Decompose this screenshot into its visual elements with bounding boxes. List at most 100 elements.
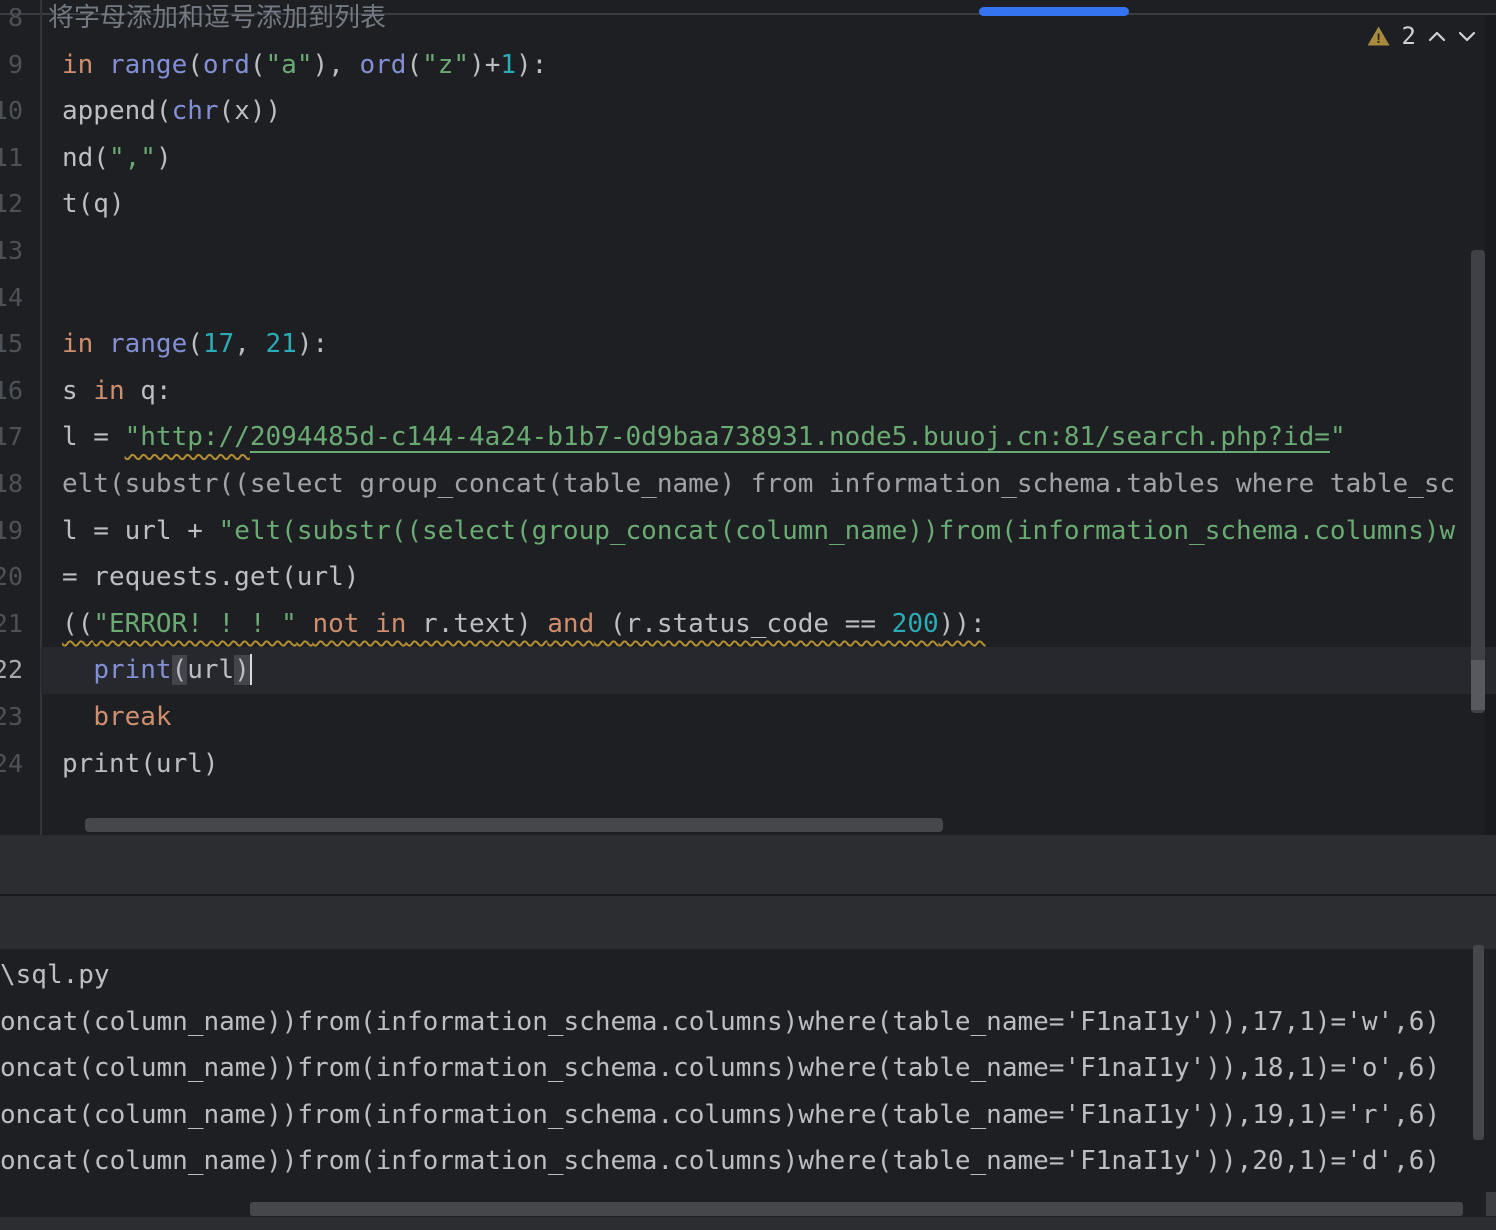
code-token: elt(substr((select group_concat(table_na… [62,469,1456,499]
editor-vertical-scrollbar-mark [1471,660,1485,710]
code-token: 1 [500,49,517,80]
line-number[interactable]: 8 [0,0,23,42]
line-number[interactable]: 9 [0,42,23,89]
code-token: (x)) [218,96,282,127]
code-token: (r.status_code == [594,608,892,639]
code-token: append( [62,96,172,127]
line-number[interactable]: 13 [0,228,23,275]
console-line: \sql.py [0,960,110,990]
console-line: oncat(column_name))from(information_sche… [0,1099,1441,1130]
editor-horizontal-scrollbar[interactable] [85,818,943,832]
code-token: 200 [891,608,939,639]
code-token: )): [938,608,986,639]
code-line[interactable]: break [62,694,1496,741]
ide-window: 8 9 10 11 12 13 14 15 16 17 18 19 20 21 22 23 24 将字母添加和逗… [0,0,1496,1230]
inspections-widget[interactable]: 2 [1367,22,1476,50]
line-number[interactable]: 18 [0,461,23,508]
line-number[interactable]: 14 [0,275,23,322]
code-token: (( [62,608,94,639]
code-line[interactable]: in range(17, 21): [62,321,1496,368]
code-token: in [62,329,94,360]
console-line: oncat(column_name))from(information_sche… [0,1053,1441,1084]
code-line[interactable]: l = url + "elt(substr((select(group_conc… [62,508,1496,555]
code-line[interactable]: nd(",") [62,135,1496,182]
code-line[interactable]: append(chr(x)) [62,88,1496,135]
code-token: ): [296,329,329,360]
code-token: ord [202,49,250,80]
run-panel-toolbar [0,896,1496,949]
line-number[interactable]: 22 [0,647,23,694]
code-token: in [62,49,94,80]
code-line[interactable]: s in q: [62,368,1496,415]
code-token: "z" [422,49,470,80]
code-token: 2094485d-c144-4a24-b1b7-0d9baa738931.nod… [249,422,1330,453]
code-line[interactable]: t(q) [62,181,1496,228]
code-line[interactable]: = requests.get(url) [62,554,1496,601]
code-line[interactable]: print(url) [62,741,1496,788]
console-scrollbar-corner [1486,1192,1496,1216]
progress-indicator [979,7,1129,16]
warning-underline: (("ERROR! ! ! " not in r.text) and (r.st… [62,609,986,639]
code-token: ( [187,49,203,80]
console-horizontal-scrollbar[interactable] [250,1202,1463,1216]
editor-vertical-scrollbar[interactable] [1471,250,1485,713]
code-token: not in [312,608,407,639]
code-line[interactable]: 将字母添加和逗号添加到列表 [48,0,1496,42]
code-line[interactable]: print(url) [62,647,1496,694]
code-line[interactable]: (("ERROR! ! ! " not in r.text) and (r.st… [62,601,1496,648]
code-token: , [234,329,266,360]
line-number[interactable]: 16 [0,368,23,415]
warning-icon [1367,26,1390,46]
code-token: q: [124,375,172,406]
code-token: "elt(substr((select(group_concat(column_… [218,515,1456,546]
next-problem-button[interactable] [1458,31,1476,42]
code-token: print(url) [62,748,219,779]
code-token: t(q) [62,189,125,220]
line-number[interactable]: 12 [0,181,23,228]
code-line[interactable]: elt(substr((select group_concat(table_na… [62,461,1496,508]
line-number[interactable]: 21 [0,601,23,648]
previous-problem-button[interactable] [1428,31,1446,42]
code-token: ), [312,49,360,80]
code-token: and [547,608,595,639]
line-number[interactable]: 23 [0,694,23,741]
code-token: ord [359,49,407,80]
code-token: 21 [265,329,297,360]
code-token: 将字母添加和逗号添加到列表 [48,3,387,33]
code-line[interactable] [62,228,1496,275]
console-line: oncat(column_name))from(information_sche… [0,1006,1441,1037]
console-vertical-scrollbar[interactable] [1473,945,1484,1140]
code-token: url [187,655,235,686]
code-token: l = [62,422,125,453]
line-number[interactable]: 15 [0,321,23,368]
code-token: "a" [265,49,313,80]
code-token: range [108,49,188,80]
code-token: "http:// [124,422,250,453]
code-token: s [62,375,94,406]
code-token: "ERROR! ! ! " [93,608,297,639]
code-token: r.text) [406,608,548,639]
line-number[interactable]: 24 [0,741,23,788]
line-number[interactable]: 10 [0,88,23,135]
code-line[interactable]: in range(ord("a"), ord("z")+1): [62,42,1496,89]
status-bar-edge [0,1217,1496,1230]
warning-count: 2 [1401,22,1416,50]
line-number[interactable]: 19 [0,508,23,555]
line-number[interactable]: 20 [0,554,23,601]
line-number[interactable]: 11 [0,135,23,182]
code-token: chr [171,96,219,127]
code-token: in [93,375,125,406]
code-token: " [1329,422,1346,453]
code-token: 17 [202,329,235,360]
run-console[interactable]: \sql.py oncat(column_name))from(informati… [0,949,1496,1196]
code-line[interactable] [62,275,1496,322]
code-line[interactable]: l = "http://2094485d-c144-4a24-b1b7-0d9b… [62,414,1496,461]
line-number[interactable]: 17 [0,414,23,461]
code-token: break [93,702,172,732]
code-token: "," [108,142,156,173]
code-token: nd( [62,142,109,173]
